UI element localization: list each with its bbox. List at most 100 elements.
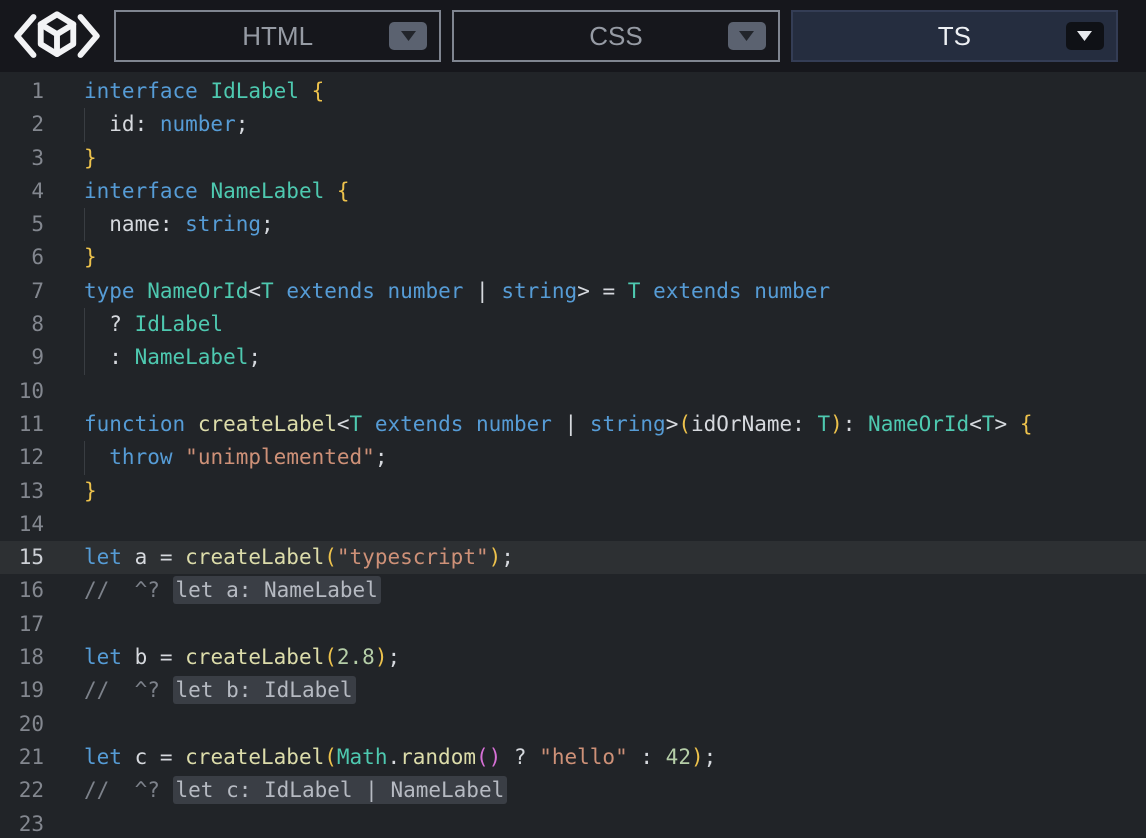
code-line[interactable]: 9 : NameLabel; (0, 341, 1146, 374)
chevron-down-icon[interactable] (389, 22, 427, 50)
code-text: } (84, 142, 97, 175)
code-token: createLabel (198, 412, 337, 436)
code-line[interactable]: 22 // ^? let c: IdLabel | NameLabel (0, 774, 1146, 807)
code-editor[interactable]: 1interface IdLabel {2 id: number;3}4inte… (0, 72, 1146, 838)
code-line[interactable]: 2 id: number; (0, 108, 1146, 141)
code-token: : (628, 745, 666, 769)
tab-label: CSS (589, 21, 642, 52)
code-line[interactable]: 7type NameOrId<T extends number | string… (0, 275, 1146, 308)
code-text: id: number; (84, 108, 248, 141)
chevron-down-icon[interactable] (1066, 22, 1104, 50)
code-token (742, 279, 755, 303)
code-token: < (248, 279, 261, 303)
code-line[interactable]: 20 (0, 708, 1146, 741)
code-token (362, 412, 375, 436)
cube-brackets-icon (10, 7, 104, 65)
indent-guide (84, 341, 85, 374)
code-token (185, 412, 198, 436)
tab-css[interactable]: CSS (452, 10, 779, 62)
code-text: let b = createLabel(2.8); (84, 641, 400, 674)
code-token: extends (375, 412, 464, 436)
code-token: > (995, 412, 1020, 436)
code-line[interactable]: 8 ? IdLabel (0, 308, 1146, 341)
line-number: 5 (0, 208, 44, 241)
code-line[interactable]: 3} (0, 142, 1146, 175)
code-token: "hello" (539, 745, 628, 769)
code-text: name: string; (84, 208, 274, 241)
chevron-down-icon[interactable] (728, 22, 766, 50)
code-token: interface (84, 79, 198, 103)
code-token: ; (236, 112, 249, 136)
code-text: function createLabel<T extends number | … (84, 408, 1032, 441)
code-token (274, 279, 287, 303)
code-token (198, 179, 211, 203)
code-token: // ^? (84, 678, 173, 702)
code-token: | (463, 279, 501, 303)
code-token: createLabel (185, 645, 324, 669)
code-token: // ^? (84, 578, 173, 602)
code-line[interactable]: 12 throw "unimplemented"; (0, 441, 1146, 474)
code-token: ) (830, 412, 843, 436)
code-line[interactable]: 19// ^? let b: IdLabel (0, 674, 1146, 707)
code-text: // ^? let b: IdLabel (84, 674, 356, 707)
code-line[interactable]: 18let b = createLabel(2.8); (0, 641, 1146, 674)
code-line[interactable]: 13} (0, 475, 1146, 508)
code-token: idOrName: (691, 412, 817, 436)
code-line[interactable]: 14 (0, 508, 1146, 541)
line-number: 13 (0, 475, 44, 508)
code-token: b = (122, 645, 185, 669)
twoslash-type-annotation: let a: NameLabel (173, 576, 381, 604)
indent-guide (84, 308, 85, 341)
line-number: 4 (0, 175, 44, 208)
code-token: number (476, 412, 552, 436)
line-number: 3 (0, 142, 44, 175)
code-token: string (501, 279, 577, 303)
code-token: NameOrId (868, 412, 969, 436)
code-token: name: (84, 212, 185, 236)
code-token: number (160, 112, 236, 136)
code-token: let (84, 645, 122, 669)
code-token: createLabel (185, 745, 324, 769)
code-token: throw (84, 445, 173, 469)
code-line[interactable]: 11function createLabel<T extends number … (0, 408, 1146, 441)
code-token: IdLabel (210, 79, 299, 103)
code-token: type (84, 279, 135, 303)
code-line[interactable]: 17 (0, 608, 1146, 641)
code-token: random (400, 745, 476, 769)
line-number: 1 (0, 75, 44, 108)
tab-ts[interactable]: TS (791, 10, 1118, 62)
code-token (640, 279, 653, 303)
code-token: > = (577, 279, 628, 303)
code-line[interactable]: 6} (0, 241, 1146, 274)
code-line[interactable]: 16// ^? let a: NameLabel (0, 574, 1146, 607)
code-token: ( (678, 412, 691, 436)
code-line[interactable]: 23 (0, 808, 1146, 838)
code-line[interactable]: 15let a = createLabel("typescript"); (0, 541, 1146, 574)
code-cube-logo[interactable] (0, 7, 114, 65)
code-line[interactable]: 4interface NameLabel { (0, 175, 1146, 208)
code-line[interactable]: 21let c = createLabel(Math.random() ? "h… (0, 741, 1146, 774)
code-token: NameOrId (147, 279, 248, 303)
code-token: ; (248, 345, 261, 369)
line-number: 8 (0, 308, 44, 341)
indent-guide (84, 108, 85, 141)
code-line[interactable]: 5 name: string; (0, 208, 1146, 241)
code-text: // ^? let c: IdLabel | NameLabel (84, 774, 507, 807)
code-line[interactable]: 1 interface IdLabel { (0, 75, 1146, 108)
code-line[interactable]: 10 (0, 375, 1146, 408)
code-token: NameLabel (135, 345, 249, 369)
code-text: let a = createLabel("typescript"); (84, 541, 514, 574)
tab-html[interactable]: HTML (114, 10, 441, 62)
code-token: number (754, 279, 830, 303)
line-number: 9 (0, 341, 44, 374)
code-text: throw "unimplemented"; (84, 441, 387, 474)
code-token: "unimplemented" (185, 445, 375, 469)
code-token: { (312, 79, 325, 103)
code-token: > (666, 412, 679, 436)
line-number: 17 (0, 608, 44, 641)
code-token: interface (84, 179, 198, 203)
code-token: () (476, 745, 501, 769)
line-number: 21 (0, 741, 44, 774)
line-number: 22 (0, 774, 44, 807)
code-token (173, 445, 186, 469)
